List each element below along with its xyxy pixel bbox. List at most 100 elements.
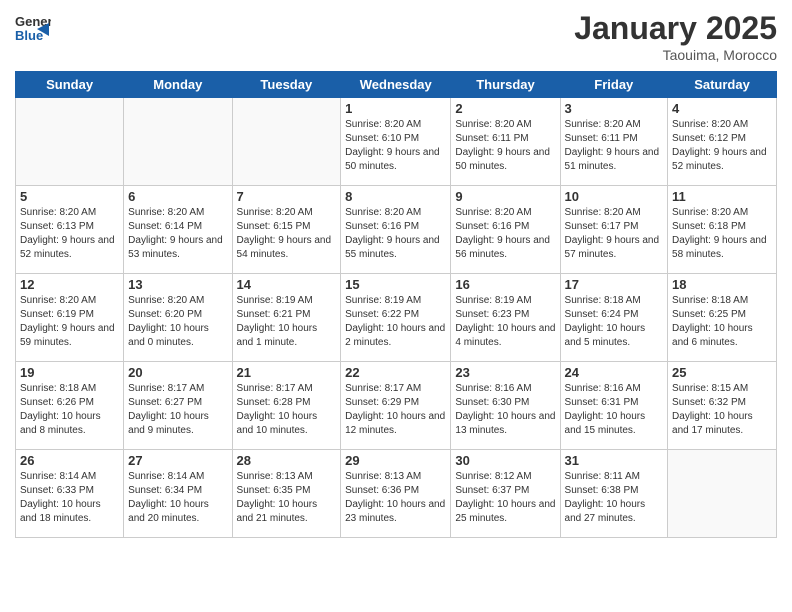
day-number: 21 xyxy=(237,365,337,380)
day-number: 30 xyxy=(455,453,555,468)
day-number: 15 xyxy=(345,277,446,292)
calendar-cell: 24 Sunrise: 8:16 AM Sunset: 6:31 PM Dayli… xyxy=(560,362,668,450)
calendar-cell: 31Sunrise: 8:11 AM Sunset: 6:38 PM Dayli… xyxy=(560,450,668,538)
calendar-cell: 21 Sunrise: 8:17 AM Sunset: 6:28 PM Dayli… xyxy=(232,362,341,450)
day-number: 26 xyxy=(20,453,119,468)
calendar-cell: 25 Sunrise: 8:15 AM Sunset: 6:32 PM Dayli… xyxy=(668,362,777,450)
calendar-cell: 9 Sunrise: 8:20 AM Sunset: 6:16 PM Daylig… xyxy=(451,186,560,274)
calendar-cell: 1 Sunrise: 8:20 AM Sunset: 6:10 PM Daylig… xyxy=(341,98,451,186)
day-number: 1 xyxy=(345,101,446,116)
day-number: 12 xyxy=(20,277,119,292)
day-info: Sunrise: 8:16 AM Sunset: 6:30 PM Dayligh… xyxy=(455,382,555,438)
header-wednesday: Wednesday xyxy=(341,72,451,98)
day-number: 2 xyxy=(455,101,555,116)
day-number: 17 xyxy=(565,277,664,292)
calendar-cell xyxy=(124,98,232,186)
day-info: Sunrise: 8:18 AM Sunset: 6:26 PM Dayligh… xyxy=(20,382,119,438)
day-number: 28 xyxy=(237,453,337,468)
calendar-cell: 13Sunrise: 8:20 AM Sunset: 6:20 PM Dayli… xyxy=(124,274,232,362)
day-info: Sunrise: 8:20 AM Sunset: 6:16 PM Dayligh… xyxy=(345,206,446,262)
day-number: 7 xyxy=(237,189,337,204)
month-title: January 2025 xyxy=(574,10,777,47)
day-info: Sunrise: 8:17 AM Sunset: 6:29 PM Dayligh… xyxy=(345,382,446,438)
calendar-cell: 7 Sunrise: 8:20 AM Sunset: 6:15 PM Daylig… xyxy=(232,186,341,274)
day-number: 24 xyxy=(565,365,664,380)
day-info: Sunrise: 8:20 AM Sunset: 6:20 PM Dayligh… xyxy=(128,294,227,350)
day-number: 29 xyxy=(345,453,446,468)
calendar-cell xyxy=(668,450,777,538)
day-number: 10 xyxy=(565,189,664,204)
calendar-cell: 26 Sunrise: 8:14 AM Sunset: 6:33 PM Dayli… xyxy=(16,450,124,538)
day-number: 23 xyxy=(455,365,555,380)
logo-svg: General Blue xyxy=(15,10,51,46)
day-number: 8 xyxy=(345,189,446,204)
calendar-cell: 17Sunrise: 8:18 AM Sunset: 6:24 PM Dayli… xyxy=(560,274,668,362)
day-info: Sunrise: 8:20 AM Sunset: 6:16 PM Dayligh… xyxy=(455,206,555,262)
header-saturday: Saturday xyxy=(668,72,777,98)
day-number: 9 xyxy=(455,189,555,204)
calendar-cell: 16Sunrise: 8:19 AM Sunset: 6:23 PM Dayli… xyxy=(451,274,560,362)
day-info: Sunrise: 8:16 AM Sunset: 6:31 PM Dayligh… xyxy=(565,382,664,438)
calendar-cell: 19 Sunrise: 8:18 AM Sunset: 6:26 PM Dayli… xyxy=(16,362,124,450)
day-number: 14 xyxy=(237,277,337,292)
calendar-week-row: 19 Sunrise: 8:18 AM Sunset: 6:26 PM Dayli… xyxy=(16,362,777,450)
day-number: 19 xyxy=(20,365,119,380)
day-info: Sunrise: 8:15 AM Sunset: 6:32 PM Dayligh… xyxy=(672,382,772,438)
day-info: Sunrise: 8:20 AM Sunset: 6:11 PM Dayligh… xyxy=(565,118,664,174)
day-info: Sunrise: 8:20 AM Sunset: 6:18 PM Dayligh… xyxy=(672,206,772,262)
day-number: 6 xyxy=(128,189,227,204)
calendar-week-row: 1 Sunrise: 8:20 AM Sunset: 6:10 PM Daylig… xyxy=(16,98,777,186)
day-info: Sunrise: 8:19 AM Sunset: 6:21 PM Dayligh… xyxy=(237,294,337,350)
day-number: 25 xyxy=(672,365,772,380)
calendar-cell: 30Sunrise: 8:12 AM Sunset: 6:37 PM Dayli… xyxy=(451,450,560,538)
calendar-week-row: 26 Sunrise: 8:14 AM Sunset: 6:33 PM Dayli… xyxy=(16,450,777,538)
calendar-cell: 15 Sunrise: 8:19 AM Sunset: 6:22 PM Dayli… xyxy=(341,274,451,362)
location: Taouima, Morocco xyxy=(574,47,777,63)
calendar-cell xyxy=(232,98,341,186)
calendar-cell: 27Sunrise: 8:14 AM Sunset: 6:34 PM Dayli… xyxy=(124,450,232,538)
calendar-cell: 12Sunrise: 8:20 AM Sunset: 6:19 PM Dayli… xyxy=(16,274,124,362)
day-number: 18 xyxy=(672,277,772,292)
day-info: Sunrise: 8:18 AM Sunset: 6:25 PM Dayligh… xyxy=(672,294,772,350)
title-area: January 2025 Taouima, Morocco xyxy=(574,10,777,63)
day-info: Sunrise: 8:14 AM Sunset: 6:33 PM Dayligh… xyxy=(20,470,119,526)
header-sunday: Sunday xyxy=(16,72,124,98)
calendar: Sunday Monday Tuesday Wednesday Thursday… xyxy=(15,71,777,538)
day-number: 16 xyxy=(455,277,555,292)
calendar-cell: 14 Sunrise: 8:19 AM Sunset: 6:21 PM Dayli… xyxy=(232,274,341,362)
day-info: Sunrise: 8:14 AM Sunset: 6:34 PM Dayligh… xyxy=(128,470,227,526)
logo: General Blue xyxy=(15,10,51,46)
day-info: Sunrise: 8:19 AM Sunset: 6:22 PM Dayligh… xyxy=(345,294,446,350)
day-info: Sunrise: 8:17 AM Sunset: 6:28 PM Dayligh… xyxy=(237,382,337,438)
calendar-cell: 10Sunrise: 8:20 AM Sunset: 6:17 PM Dayli… xyxy=(560,186,668,274)
header-monday: Monday xyxy=(124,72,232,98)
day-info: Sunrise: 8:17 AM Sunset: 6:27 PM Dayligh… xyxy=(128,382,227,438)
header-thursday: Thursday xyxy=(451,72,560,98)
day-number: 20 xyxy=(128,365,227,380)
calendar-cell: 6 Sunrise: 8:20 AM Sunset: 6:14 PM Daylig… xyxy=(124,186,232,274)
calendar-cell: 5 Sunrise: 8:20 AM Sunset: 6:13 PM Daylig… xyxy=(16,186,124,274)
calendar-cell: 22 Sunrise: 8:17 AM Sunset: 6:29 PM Dayli… xyxy=(341,362,451,450)
day-info: Sunrise: 8:20 AM Sunset: 6:13 PM Dayligh… xyxy=(20,206,119,262)
day-number: 22 xyxy=(345,365,446,380)
calendar-cell: 3Sunrise: 8:20 AM Sunset: 6:11 PM Daylig… xyxy=(560,98,668,186)
calendar-cell: 29 Sunrise: 8:13 AM Sunset: 6:36 PM Dayli… xyxy=(341,450,451,538)
day-info: Sunrise: 8:20 AM Sunset: 6:14 PM Dayligh… xyxy=(128,206,227,262)
header: General Blue January 2025 Taouima, Moroc… xyxy=(15,10,777,63)
calendar-cell xyxy=(16,98,124,186)
day-info: Sunrise: 8:13 AM Sunset: 6:35 PM Dayligh… xyxy=(237,470,337,526)
day-number: 5 xyxy=(20,189,119,204)
header-friday: Friday xyxy=(560,72,668,98)
day-info: Sunrise: 8:13 AM Sunset: 6:36 PM Dayligh… xyxy=(345,470,446,526)
calendar-cell: 11Sunrise: 8:20 AM Sunset: 6:18 PM Dayli… xyxy=(668,186,777,274)
svg-text:Blue: Blue xyxy=(15,28,43,43)
calendar-cell: 28 Sunrise: 8:13 AM Sunset: 6:35 PM Dayli… xyxy=(232,450,341,538)
day-info: Sunrise: 8:20 AM Sunset: 6:11 PM Dayligh… xyxy=(455,118,555,174)
day-number: 4 xyxy=(672,101,772,116)
calendar-cell: 8 Sunrise: 8:20 AM Sunset: 6:16 PM Daylig… xyxy=(341,186,451,274)
day-info: Sunrise: 8:20 AM Sunset: 6:10 PM Dayligh… xyxy=(345,118,446,174)
calendar-cell: 2 Sunrise: 8:20 AM Sunset: 6:11 PM Daylig… xyxy=(451,98,560,186)
day-info: Sunrise: 8:20 AM Sunset: 6:15 PM Dayligh… xyxy=(237,206,337,262)
calendar-cell: 23 Sunrise: 8:16 AM Sunset: 6:30 PM Dayli… xyxy=(451,362,560,450)
day-info: Sunrise: 8:20 AM Sunset: 6:12 PM Dayligh… xyxy=(672,118,772,174)
